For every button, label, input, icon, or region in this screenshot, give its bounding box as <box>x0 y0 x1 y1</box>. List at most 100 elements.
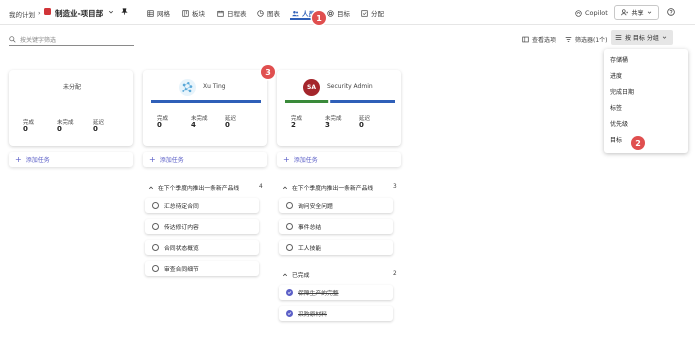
chevron-up-icon <box>148 186 154 189</box>
stat-value-incomplete: 3 <box>325 121 330 129</box>
chevron-up-icon <box>282 186 288 189</box>
progress-remaining-segment <box>151 100 261 103</box>
menu-item-due-date[interactable]: 完成日期 <box>604 85 688 101</box>
calendar-icon <box>217 10 224 17</box>
completed-check-icon[interactable] <box>286 289 293 296</box>
view-options-button[interactable]: 查看选项 <box>522 35 556 44</box>
chevron-down-icon[interactable] <box>108 9 114 15</box>
completed-section-header[interactable]: 已完成 <box>282 270 309 279</box>
person-card-xu-ting: Xu Ting 完成 未完成 延迟 0 4 0 <box>143 70 267 146</box>
active-tab-indicator <box>290 18 312 20</box>
chevron-down-icon <box>662 36 667 39</box>
task-card[interactable]: 询问安全问题 <box>279 198 393 213</box>
progress-complete-segment <box>285 100 329 103</box>
plan-logo-icon <box>44 8 51 15</box>
complete-checkbox[interactable] <box>286 244 293 251</box>
complete-checkbox[interactable] <box>286 202 293 209</box>
menu-item-bucket[interactable]: 存储桶 <box>604 53 688 69</box>
complete-checkbox[interactable] <box>152 244 159 251</box>
pin-icon[interactable] <box>121 8 128 15</box>
chevron-up-icon <box>282 273 288 276</box>
complete-checkbox[interactable] <box>152 223 159 230</box>
copilot-icon <box>575 9 582 17</box>
task-card[interactable]: 事件总结 <box>279 219 393 234</box>
complete-checkbox[interactable] <box>152 265 159 272</box>
menu-item-progress[interactable]: 进度 <box>604 69 688 85</box>
menu-item-labels[interactable]: 标签 <box>604 101 688 117</box>
progress-bar <box>285 100 395 103</box>
tab-board[interactable]: 板块 <box>182 8 205 18</box>
add-task-button[interactable]: + 添加任务 <box>143 152 267 167</box>
progress-bar <box>151 100 261 103</box>
search-field[interactable]: 按关键字筛选 <box>9 34 134 46</box>
task-card[interactable]: 汇总待定合同 <box>145 198 259 213</box>
stat-value-complete: 0 <box>157 121 162 129</box>
avatar: SA <box>303 79 320 96</box>
search-input[interactable]: 按关键字筛选 <box>20 35 56 44</box>
goal-section-header[interactable]: 在下个季度内推出一条新产品线 <box>148 183 239 192</box>
task-card[interactable]: 工人技能 <box>279 240 393 255</box>
goal-section-header[interactable]: 在下个季度内推出一条新产品线 <box>282 183 373 192</box>
tab-goals[interactable]: 目标 <box>327 8 350 18</box>
plan-title[interactable]: 制造业-项目部 <box>55 8 103 19</box>
completed-check-icon[interactable] <box>286 310 293 317</box>
filter-icon <box>565 37 572 42</box>
tab-grid[interactable]: 网格 <box>147 8 170 18</box>
task-card[interactable]: 传达修订内容 <box>145 219 259 234</box>
assign-icon <box>361 9 368 17</box>
tab-charts[interactable]: 图表 <box>257 8 280 18</box>
group-list-icon <box>615 35 622 40</box>
task-card-completed[interactable]: 采购原材料 <box>279 306 393 321</box>
search-icon <box>9 36 16 43</box>
breadcrumb-my-plans[interactable]: 我的计划 <box>9 9 35 19</box>
add-task-button[interactable]: + 添加任务 <box>277 152 401 167</box>
stat-value-complete: 2 <box>291 121 296 129</box>
task-card[interactable]: 合同状态概览 <box>145 240 259 255</box>
stat-value-late: 0 <box>93 125 98 133</box>
complete-checkbox[interactable] <box>152 202 159 209</box>
group-by-button[interactable]: 按 目标 分组 <box>611 30 673 45</box>
filter-button[interactable]: 筛选器(1个) <box>565 35 608 44</box>
stat-value-incomplete: 0 <box>57 125 62 133</box>
group-by-menu: 存储桶 进度 完成日期 标签 优先级 目标 <box>604 49 688 153</box>
chart-icon <box>257 9 264 17</box>
bucket-card-unassigned: 未分配 完成 未完成 延迟 0 0 0 <box>9 70 133 146</box>
person-add-icon <box>621 9 629 16</box>
add-task-button[interactable]: + 添加任务 <box>9 152 133 167</box>
share-button[interactable]: 共享 <box>614 5 659 20</box>
complete-checkbox[interactable] <box>286 223 293 230</box>
people-icon <box>292 10 299 16</box>
person-name: Security Admin <box>327 83 373 90</box>
menu-item-priority[interactable]: 优先级 <box>604 117 688 133</box>
person-card-security-admin: SA Security Admin 完成 未完成 延迟 2 3 0 <box>277 70 401 146</box>
avatar <box>179 79 196 96</box>
task-card[interactable]: 审查合同细节 <box>145 261 259 276</box>
callout-badge-1: 1 <box>312 11 326 25</box>
chevron-down-icon <box>647 11 651 14</box>
bucket-name: 未分配 <box>63 84 82 91</box>
callout-badge-2: 2 <box>631 136 645 150</box>
callout-badge-3: 3 <box>261 65 275 79</box>
view-options-icon <box>522 36 529 43</box>
help-icon[interactable] <box>667 8 675 16</box>
stat-value-late: 0 <box>359 121 364 129</box>
board-icon <box>182 9 189 17</box>
stat-value-complete: 0 <box>23 125 28 133</box>
menu-item-goal[interactable]: 目标 <box>604 133 688 149</box>
person-name: Xu Ting <box>203 83 226 90</box>
grid-icon <box>147 9 154 17</box>
tab-assign[interactable]: 分配 <box>361 8 384 18</box>
section-count: 3 <box>393 184 397 190</box>
task-card-completed[interactable]: 保障生产的完整 <box>279 285 393 300</box>
goal-icon <box>327 9 334 17</box>
progress-remaining-segment <box>330 100 395 103</box>
tab-schedule[interactable]: 日程表 <box>217 8 247 18</box>
stat-value-incomplete: 4 <box>191 121 196 129</box>
stat-value-late: 0 <box>225 121 230 129</box>
copilot-button[interactable]: Copilot <box>575 9 608 17</box>
section-count: 4 <box>259 184 263 190</box>
breadcrumb-separator: › <box>38 9 41 17</box>
top-bar: 我的计划 › 制造业-项目部 网格 板块 日程表 图表 人员 目标 分配 Cop… <box>0 0 695 25</box>
header-divider <box>0 24 695 25</box>
plus-icon: + <box>283 155 290 164</box>
